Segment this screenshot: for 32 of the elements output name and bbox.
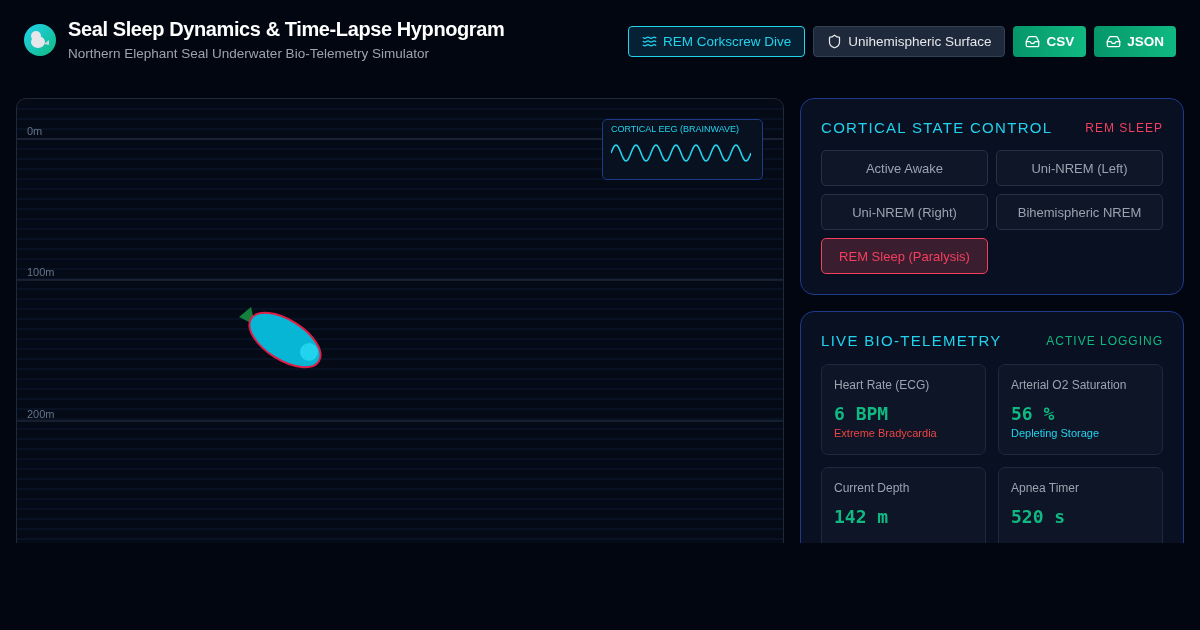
metric-note: Depleting Storage bbox=[1011, 427, 1101, 439]
state-button[interactable]: Uni-NREM (Left) bbox=[996, 150, 1163, 186]
panel-status: REM SLEEP bbox=[1085, 120, 1163, 135]
panel-status: ACTIVE LOGGING bbox=[1046, 333, 1163, 348]
state-button[interactable]: REM Sleep (Paralysis) bbox=[821, 238, 988, 274]
metric-label: Heart Rate (ECG) bbox=[834, 378, 931, 392]
mode-button[interactable]: REM Corkscrew Dive bbox=[627, 26, 806, 57]
metric-value: 142 m bbox=[834, 506, 890, 527]
metric-note: Extreme Bradycardia bbox=[834, 427, 938, 439]
mode-button[interactable]: Unihemispheric Surface bbox=[813, 26, 1006, 57]
metric-label: Apnea Timer bbox=[1011, 481, 1081, 495]
inbox-tray-icon bbox=[1106, 34, 1122, 49]
app-subtitle: Northern Elephant Seal Underwater Bio-Telemetry Simulator bbox=[68, 46, 430, 61]
metric-label: Arterial O2 Saturation bbox=[1011, 378, 1128, 392]
depth-label: 200m bbox=[27, 408, 55, 420]
app-title: Seal Sleep Dynamics & Time-Lapse Hypnogram bbox=[68, 18, 505, 41]
state-button[interactable]: Uni-NREM (Right) bbox=[821, 194, 988, 230]
metric-value: 6 BPM bbox=[834, 403, 890, 424]
panel-title: LIVE BIO-TELEMETRY bbox=[821, 332, 1002, 349]
state-button[interactable]: Bihemispheric NREM bbox=[996, 194, 1163, 230]
eeg-title: CORTICAL EEG (BRAINWAVE) bbox=[611, 124, 741, 134]
panel-title: CORTICAL STATE CONTROL bbox=[821, 119, 1053, 136]
seal-logo-icon bbox=[24, 23, 56, 56]
shield-icon bbox=[827, 34, 843, 49]
metric-value: 520 s bbox=[1011, 506, 1067, 527]
metric-value: 56 % bbox=[1011, 403, 1056, 424]
wave-icon bbox=[641, 34, 657, 49]
depth-label: 0m bbox=[27, 125, 43, 137]
metric-label: Current Depth bbox=[834, 481, 911, 495]
depth-label: 100m bbox=[27, 266, 55, 278]
state-button[interactable]: Active Awake bbox=[821, 150, 988, 186]
inbox-tray-icon bbox=[1025, 34, 1041, 49]
